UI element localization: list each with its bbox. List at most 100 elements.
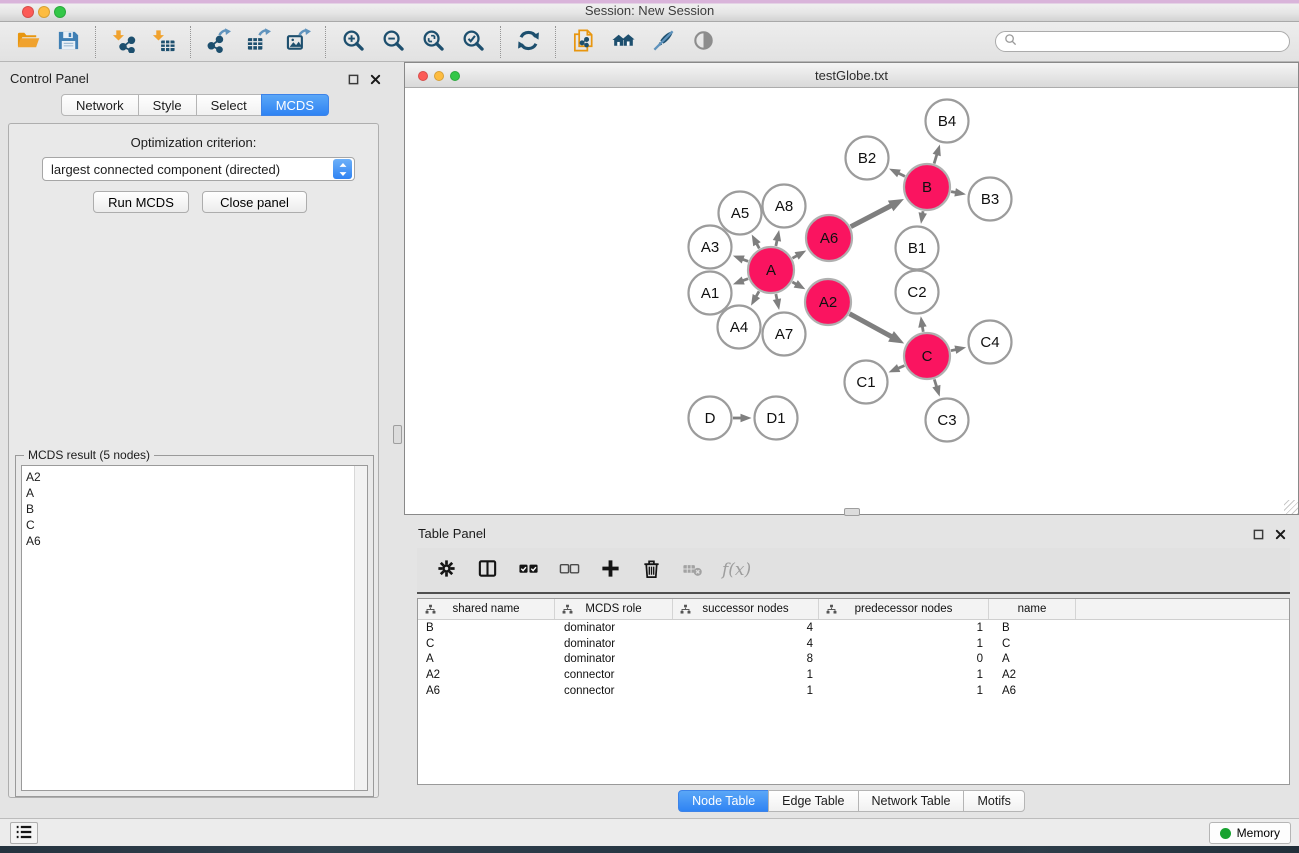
zoom-in-button[interactable]	[333, 25, 373, 59]
close-panel-button[interactable]	[1273, 528, 1287, 542]
add-column-button[interactable]	[593, 553, 627, 587]
search-icon	[1004, 33, 1017, 51]
minimize-window-button[interactable]	[38, 6, 50, 18]
graph-node-A[interactable]: A	[748, 247, 794, 293]
zoom-selected-button[interactable]	[453, 25, 493, 59]
resize-grip[interactable]	[1284, 500, 1298, 514]
table-row[interactable]: Adominator80A	[418, 651, 1289, 667]
export-network-button[interactable]	[198, 25, 238, 59]
memory-label: Memory	[1237, 826, 1280, 840]
close-panel-button[interactable]: Close panel	[202, 191, 307, 213]
criterion-dropdown[interactable]: largest connected component (directed)	[42, 157, 355, 181]
graph-node-A4[interactable]: A4	[718, 306, 761, 349]
run-mcds-button[interactable]: Run MCDS	[93, 191, 189, 213]
task-history-button[interactable]	[10, 822, 38, 844]
graph-node-B1[interactable]: B1	[896, 227, 939, 270]
graph-node-B[interactable]: B	[904, 164, 950, 210]
import-table-button[interactable]	[143, 25, 183, 59]
export-table-button[interactable]	[238, 25, 278, 59]
select-all-checkboxes-button[interactable]	[511, 553, 545, 587]
refresh-view-button[interactable]	[508, 25, 548, 59]
network-minimize-button[interactable]	[434, 71, 444, 81]
function-builder-button: f(x)	[722, 560, 751, 580]
table-row[interactable]: A6connector11A6	[418, 683, 1289, 699]
table-settings-button[interactable]	[429, 553, 463, 587]
show-graphics-details-button[interactable]	[683, 25, 723, 59]
graph-node-A2[interactable]: A2	[805, 279, 851, 325]
zoom-out-button[interactable]	[373, 25, 413, 59]
graph-node-A7[interactable]: A7	[763, 313, 806, 356]
graph-node-C4[interactable]: C4	[969, 321, 1012, 364]
column-header-mcds-role[interactable]: MCDS role	[555, 599, 673, 619]
tab-style[interactable]: Style	[138, 94, 197, 116]
window-controls	[22, 6, 66, 18]
float-panel-button[interactable]	[1251, 528, 1265, 542]
home-view-button[interactable]	[603, 25, 643, 59]
mcds-result-item[interactable]: A6	[22, 533, 353, 549]
tab-mcds[interactable]: MCDS	[261, 94, 329, 116]
mcds-result-items: A2ABCA6	[22, 469, 353, 549]
column-layout-button[interactable]	[470, 553, 504, 587]
cell-predecessor-nodes: 1	[819, 685, 989, 697]
graph-node-A3[interactable]: A3	[689, 226, 732, 269]
graph-node-A5[interactable]: A5	[719, 192, 762, 235]
column-header-shared-name[interactable]: shared name	[418, 599, 555, 619]
search-box[interactable]	[995, 31, 1290, 52]
graph-node-B3[interactable]: B3	[969, 178, 1012, 221]
column-header-name[interactable]: name	[989, 599, 1076, 619]
graph-node-C2[interactable]: C2	[896, 271, 939, 314]
tab-edge-table[interactable]: Edge Table	[768, 790, 858, 812]
tab-motifs[interactable]: Motifs	[963, 790, 1024, 812]
graph-node-D[interactable]: D	[689, 397, 732, 440]
mcds-result-item[interactable]: B	[22, 501, 353, 517]
network-close-button[interactable]	[418, 71, 428, 81]
deselect-all-checkboxes-button[interactable]	[552, 553, 586, 587]
memory-button[interactable]: Memory	[1209, 822, 1291, 844]
close-window-button[interactable]	[22, 6, 34, 18]
import-network-button[interactable]	[103, 25, 143, 59]
graph-node-D1[interactable]: D1	[755, 397, 798, 440]
tab-network-table[interactable]: Network Table	[858, 790, 965, 812]
mcds-result-item[interactable]: C	[22, 517, 353, 533]
result-scrollbar[interactable]	[354, 466, 367, 790]
maximize-window-button[interactable]	[54, 6, 66, 18]
attribute-type-icon	[425, 604, 436, 618]
tab-network[interactable]: Network	[61, 94, 139, 116]
tab-node-table[interactable]: Node Table	[678, 790, 769, 812]
graph-node-A1[interactable]: A1	[689, 272, 732, 315]
graph-node-A8[interactable]: A8	[763, 185, 806, 228]
export-image-button[interactable]	[278, 25, 318, 59]
table-row[interactable]: A2connector11A2	[418, 667, 1289, 683]
table-header-row: shared nameMCDS rolesuccessor nodesprede…	[418, 599, 1289, 620]
table-row[interactable]: Cdominator41C	[418, 636, 1289, 652]
zoom-fit-button[interactable]	[413, 25, 453, 59]
network-maximize-button[interactable]	[450, 71, 460, 81]
graph-edge-arrow	[954, 188, 966, 196]
table-row[interactable]: Bdominator41B	[418, 620, 1289, 636]
mcds-panel: Optimization criterion: largest connecte…	[8, 123, 379, 798]
svg-text:B3: B3	[981, 191, 999, 208]
graph-node-C1[interactable]: C1	[845, 361, 888, 404]
graph-edge-arrow	[889, 364, 901, 372]
horizontal-split-handle[interactable]	[844, 508, 860, 516]
graph-node-A6[interactable]: A6	[806, 215, 852, 261]
mcds-result-item[interactable]: A	[22, 485, 353, 501]
column-header-successor-nodes[interactable]: successor nodes	[673, 599, 819, 619]
column-header-predecessor-nodes[interactable]: predecessor nodes	[819, 599, 989, 619]
tab-select[interactable]: Select	[196, 94, 262, 116]
graph-node-B2[interactable]: B2	[846, 137, 889, 180]
vertical-split-handle[interactable]	[393, 425, 402, 444]
graph-node-C[interactable]: C	[904, 333, 950, 379]
mcds-result-item[interactable]: A2	[22, 469, 353, 485]
graph-node-C3[interactable]: C3	[926, 399, 969, 442]
graph-node-B4[interactable]: B4	[926, 100, 969, 143]
close-panel-button[interactable]	[368, 73, 382, 87]
hide-graphics-details-button[interactable]	[643, 25, 683, 59]
network-graph[interactable]: B4 B2 B B3 A5A8A6 A3 B1 A A1 C2 A2 A4A7 C4 C C1 C3 D D1	[405, 89, 1298, 514]
search-input[interactable]	[1022, 35, 1281, 49]
float-panel-button[interactable]	[346, 73, 360, 87]
copy-network-button[interactable]	[563, 25, 603, 59]
save-session-button[interactable]	[48, 25, 88, 59]
open-folder-button[interactable]	[8, 25, 48, 59]
delete-column-button[interactable]	[634, 553, 668, 587]
